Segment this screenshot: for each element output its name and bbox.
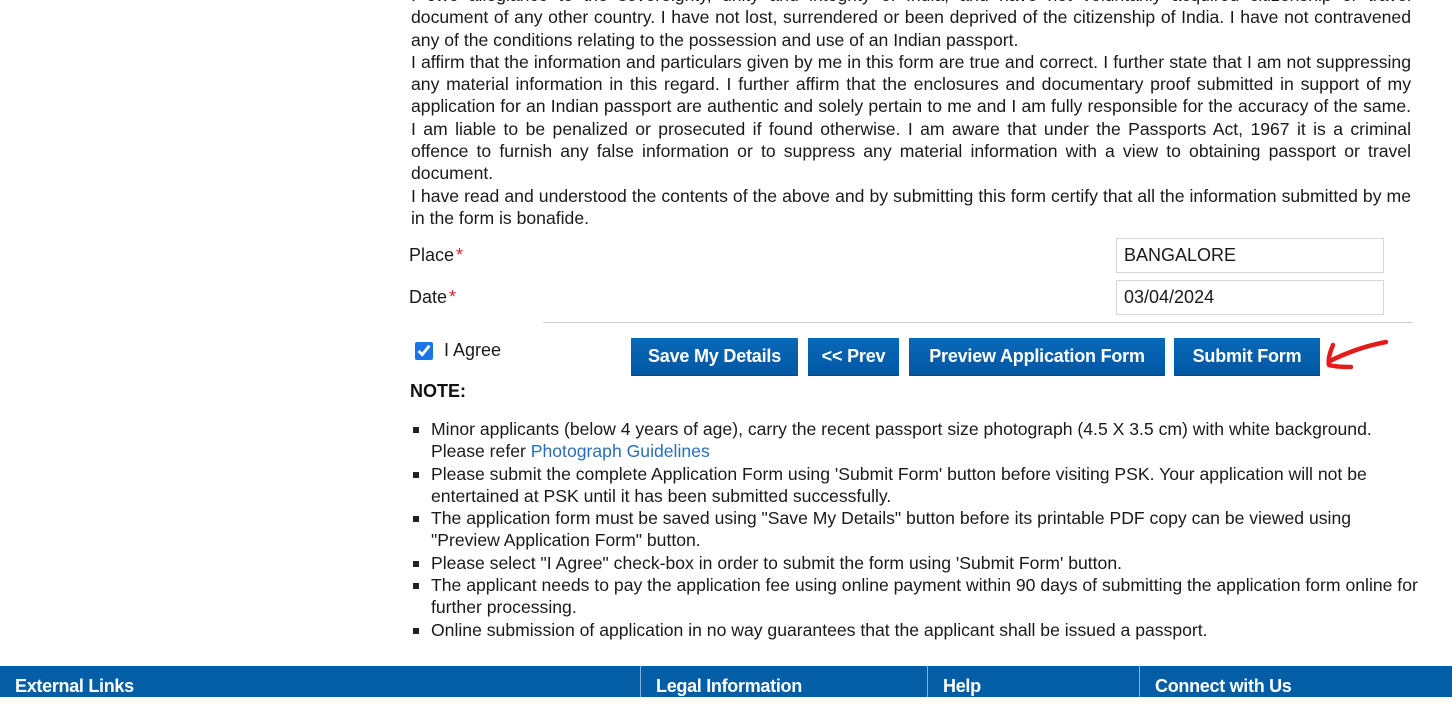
note-text: The application form must be saved using… [431, 508, 1352, 551]
prev-button[interactable]: << Prev [808, 338, 899, 376]
agree-checkbox-row[interactable]: I Agree [414, 340, 501, 361]
footer-bar: External Links Legal Information Help Co… [0, 666, 1452, 697]
note-item: The applicant needs to pay the applicati… [411, 574, 1421, 619]
red-arrow-icon [1326, 339, 1389, 370]
note-item: Please submit the complete Application F… [411, 463, 1421, 508]
footer-external-links[interactable]: External Links [0, 666, 640, 697]
note-item: Minor applicants (below 4 years of age),… [411, 418, 1421, 463]
submit-form-button[interactable]: Submit Form [1174, 338, 1320, 376]
photograph-guidelines-link[interactable]: Photograph Guidelines [531, 441, 710, 461]
preview-application-form-button[interactable]: Preview Application Form [909, 338, 1165, 376]
declaration-paragraph-2: I affirm that the information and partic… [411, 51, 1411, 184]
date-label: Date * [409, 287, 456, 308]
place-label: Place * [409, 245, 463, 266]
footer-legal-information[interactable]: Legal Information [641, 666, 927, 697]
required-asterisk: * [449, 287, 457, 307]
declaration-paragraph-3: I have read and understood the contents … [411, 185, 1411, 228]
footer-connect-with-us[interactable]: Connect with Us [1140, 666, 1452, 697]
note-item: Online submission of application in no w… [411, 619, 1421, 641]
form-divider [543, 322, 1413, 323]
note-text: Please select "I Agree" check-box in ord… [431, 552, 1123, 573]
place-input[interactable] [1116, 238, 1384, 273]
note-item: The application form must be saved using… [411, 507, 1421, 552]
save-my-details-button[interactable]: Save My Details [631, 338, 798, 376]
declaration-paragraph-1: document of any other country. I have no… [411, 7, 1411, 50]
note-title: NOTE: [410, 381, 466, 401]
agree-label: I Agree [444, 340, 502, 360]
date-label-text: Date [409, 287, 448, 307]
place-label-text: Place [409, 245, 455, 265]
note-text: Please submit the complete Application F… [431, 463, 1367, 506]
note-text: The applicant needs to pay the applicati… [431, 575, 1418, 618]
required-asterisk: * [456, 245, 464, 265]
date-input[interactable] [1116, 280, 1384, 315]
declaration-text: I owe allegiance to the sovereignty, uni… [411, 0, 1411, 229]
agree-checkbox[interactable] [415, 341, 433, 360]
note-item: Please select "I Agree" check-box in ord… [411, 552, 1421, 574]
notes-list: Minor applicants (below 4 years of age),… [411, 418, 1421, 641]
footer-help[interactable]: Help [928, 666, 1139, 697]
note-text: Online submission of application in no w… [431, 619, 1208, 640]
